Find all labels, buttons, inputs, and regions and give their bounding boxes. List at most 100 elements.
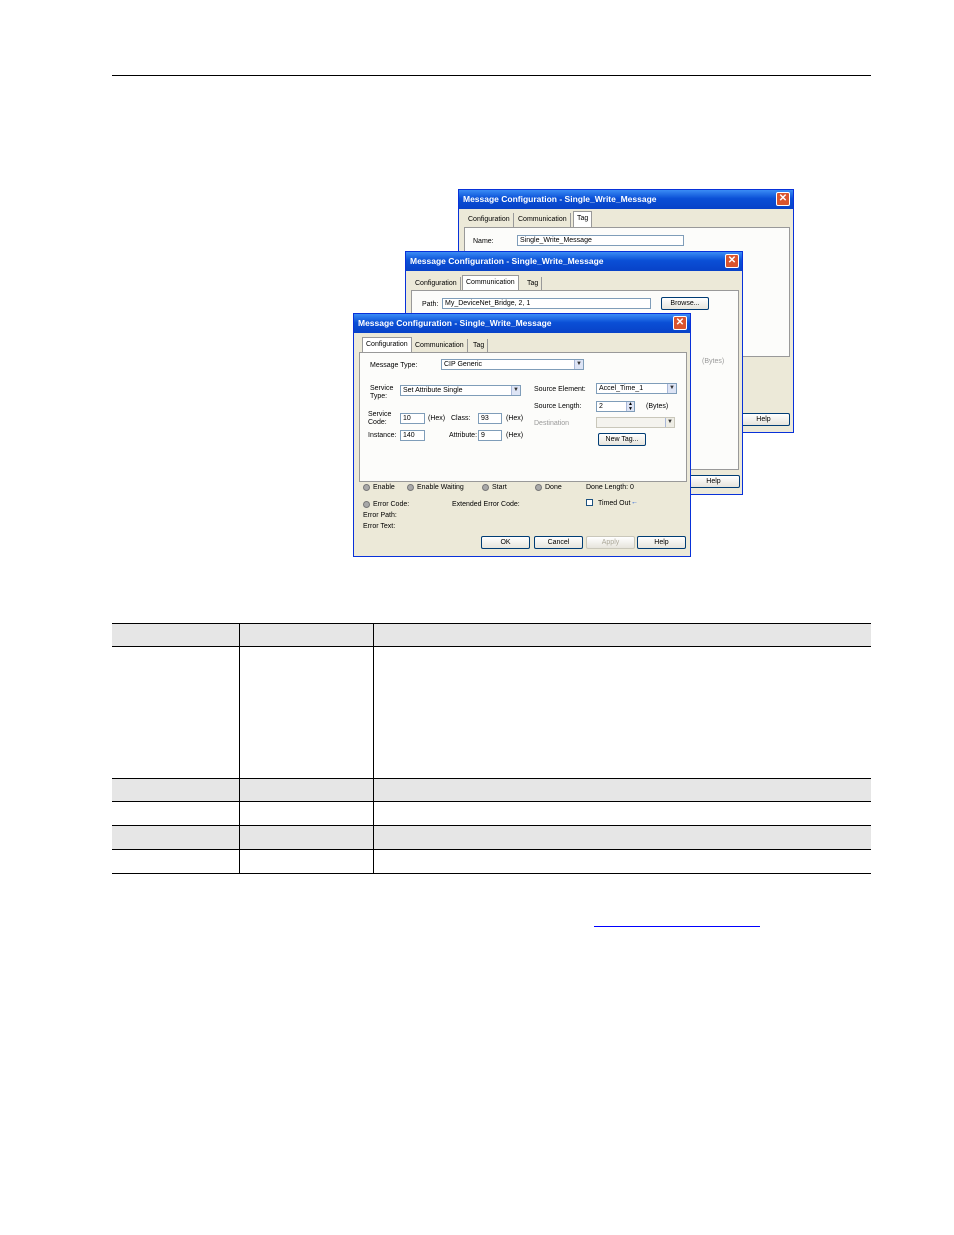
done-indicator-icon [535,484,542,491]
tab-communication[interactable]: Communication [462,275,519,291]
tab-configuration[interactable]: Configuration [362,337,412,353]
name-field[interactable]: Single_Write_Message [517,235,684,246]
class-label: Class: [451,415,471,422]
table-row [112,849,871,874]
table-header-row [112,623,871,647]
close-icon[interactable]: ✕ [725,254,739,268]
bytes-label: (Bytes) [702,358,725,365]
hyperlink-underline[interactable] [594,926,760,927]
help-button[interactable]: Help [637,536,686,549]
message-type-label: Message Type: [370,362,418,369]
attribute-label: Attribute: [449,432,478,439]
table-cell [239,801,374,826]
table-cell [373,850,871,874]
chevron-down-icon[interactable]: ▼ [511,386,520,395]
tab-tag[interactable]: Tag [573,211,593,227]
source-element-value: Accel_Time_1 [599,385,644,392]
bytes-label: (Bytes) [646,403,669,410]
source-length-value: 2 [599,403,603,410]
message-config-dialog-configuration: Message Configuration - Single_Write_Mes… [353,313,691,557]
service-type-value: Set Attribute Single [403,387,463,394]
start-indicator-icon [482,484,489,491]
hex-label: (Hex) [506,415,524,422]
table-row [112,646,871,779]
dialog-title: Message Configuration - Single_Write_Mes… [354,314,690,333]
service-code-field[interactable]: 10 [400,413,425,424]
table-cell [239,825,374,850]
table-cell [239,623,374,647]
browse-button[interactable]: Browse... [661,297,709,310]
table-cell [373,825,871,850]
tab-communication[interactable]: Communication [515,213,571,227]
extended-error-code-label: Extended Error Code: [452,501,520,508]
error-indicator-icon [363,501,370,508]
source-element-label: Source Element: [534,386,586,393]
cancel-button[interactable]: Cancel [534,536,583,549]
message-type-value: CIP Generic [444,361,482,368]
class-field[interactable]: 93 [478,413,502,424]
help-button[interactable]: Help [737,413,790,426]
source-element-select[interactable]: Accel_Time_1 ▼ [596,383,677,394]
destination-label: Destination [534,420,570,427]
table-cell [239,646,374,779]
tab-tag[interactable]: Tag [524,277,543,291]
table-cell [112,801,240,826]
enable-waiting-indicator-icon [407,484,414,491]
timed-out-checkbox[interactable] [586,499,593,506]
message-type-select[interactable]: CIP Generic ▼ [441,359,584,370]
chevron-down-icon[interactable]: ▼ [667,384,676,393]
path-field[interactable]: My_DeviceNet_Bridge, 2, 1 [442,298,651,309]
destination-select[interactable]: ▼ [596,417,675,428]
table-cell [112,849,240,874]
tab-communication[interactable]: Communication [412,339,468,353]
error-code-label: Error Code: [373,501,410,508]
table-cell [239,849,374,874]
source-length-stepper[interactable]: 2 ▲ ▼ [596,401,635,412]
hex-label: (Hex) [428,415,446,422]
error-text-label: Error Text: [363,523,396,530]
hex-label: (Hex) [506,432,524,439]
chevron-down-icon[interactable]: ▼ [574,360,583,369]
done-length-label: Done Length: 0 [586,484,634,491]
table-cell [239,778,374,802]
service-type-select[interactable]: Set Attribute Single ▼ [400,385,521,396]
enable-waiting-label: Enable Waiting [417,484,464,491]
dialog-title: Message Configuration - Single_Write_Mes… [459,190,793,209]
table-cell [373,802,871,826]
service-code-label: Service Code: [368,411,392,426]
timed-out-label: Timed Out [598,500,631,507]
help-button[interactable]: Help [687,475,740,488]
path-label: Path: [422,301,439,308]
table-cell [112,646,240,779]
spinner-icon[interactable]: ▲ ▼ [626,402,634,411]
service-type-label: Service Type: [370,385,394,400]
arrow-left-icon: ← [631,499,638,506]
instance-field[interactable]: 140 [400,430,425,441]
parameter-table [112,623,871,874]
attribute-field[interactable]: 9 [478,430,502,441]
table-cell [373,778,871,802]
source-length-label: Source Length: [534,403,582,410]
tab-configuration[interactable]: Configuration [412,277,461,291]
done-label: Done [545,484,562,491]
tab-tag[interactable]: Tag [470,339,489,353]
close-icon[interactable]: ✕ [776,192,790,206]
close-icon[interactable]: ✕ [673,316,687,330]
table-cell [373,623,871,647]
table-row [112,801,871,826]
start-label: Start [492,484,507,491]
name-label: Name: [473,238,494,245]
new-tag-button[interactable]: New Tag... [598,433,646,446]
table-cell [112,778,240,802]
instance-label: Instance: [368,432,397,439]
ok-button[interactable]: OK [481,536,530,549]
table-row [112,825,871,850]
header-rule [112,75,871,76]
apply-button[interactable]: Apply [586,536,635,549]
dialog-title: Message Configuration - Single_Write_Mes… [406,252,742,271]
enable-indicator-icon [363,484,370,491]
table-cell [112,623,240,647]
table-cell [112,825,240,850]
table-cell [373,647,871,779]
tab-configuration[interactable]: Configuration [465,213,514,227]
